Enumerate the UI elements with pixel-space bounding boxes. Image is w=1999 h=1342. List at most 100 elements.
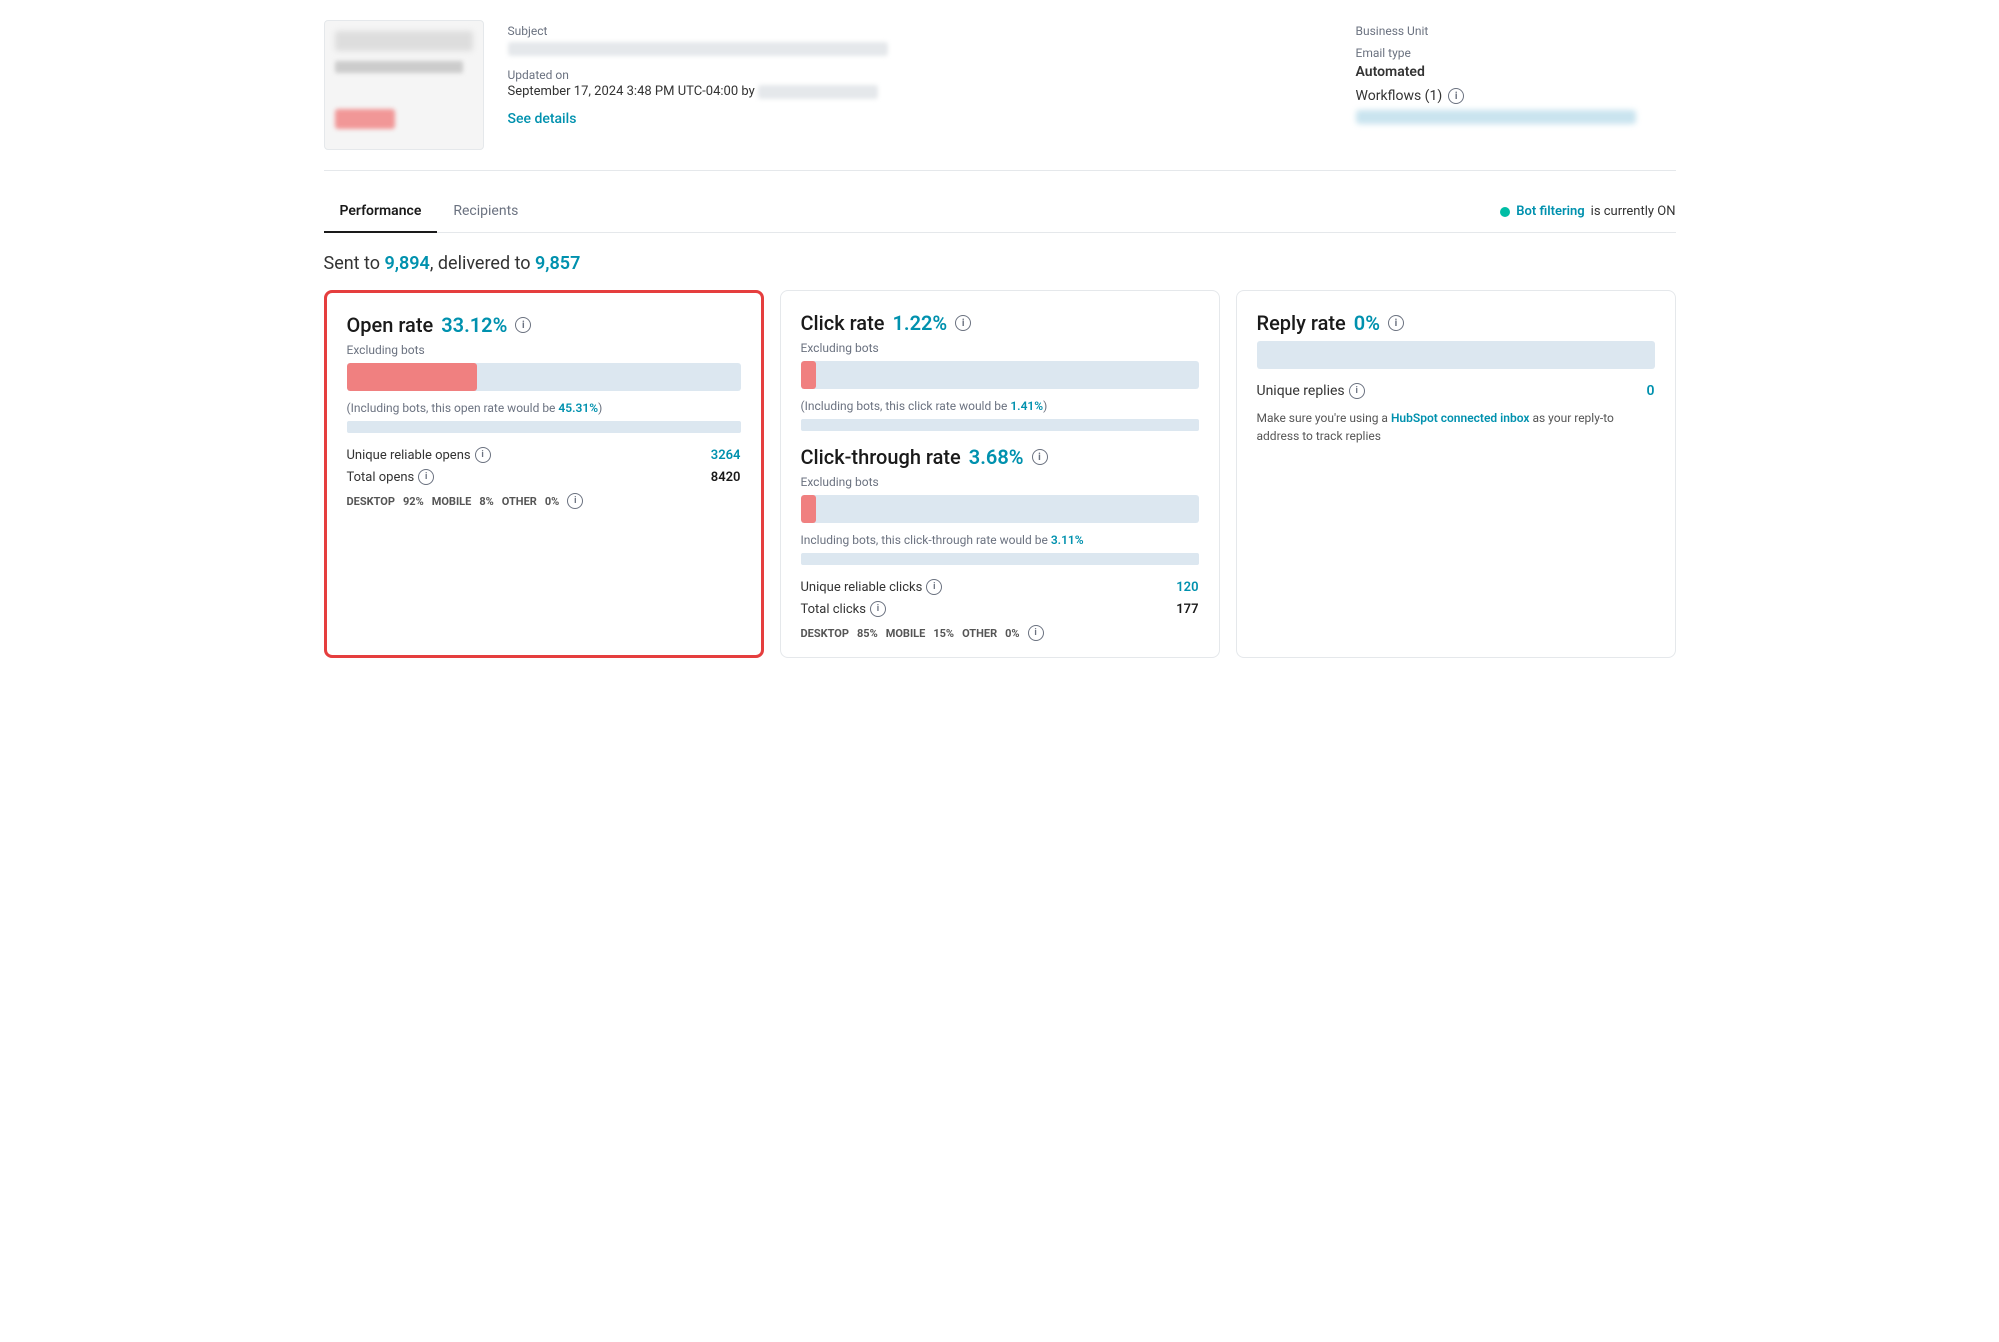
bot-filtering-status-text: is currently ON <box>1591 204 1676 219</box>
unique-replies-info-icon[interactable]: i <box>1349 383 1365 399</box>
stats-cards: Open rate 33.12% i Excluding bots (Inclu… <box>324 290 1676 658</box>
device-row-opens: DESKTOP 92% MOBILE 8% OTHER 0% i <box>347 493 741 509</box>
workflows-label: Workflows (1) <box>1356 88 1443 104</box>
ctr-info-icon[interactable]: i <box>1032 449 1048 465</box>
email-header: Subject Updated on September 17, 2024 3:… <box>324 20 1676 171</box>
business-unit-label: Business Unit <box>1356 24 1676 38</box>
email-meta: Subject Updated on September 17, 2024 3:… <box>508 20 1332 150</box>
ctr-bar-container <box>801 495 1199 523</box>
bot-filtering-status: Bot filtering is currently ON <box>1500 204 1675 219</box>
open-including-bots-bar <box>347 421 741 433</box>
open-rate-bar-fill <box>347 363 477 391</box>
ctr-including-bots-bar <box>801 553 1199 565</box>
workflows-info-icon[interactable]: i <box>1448 88 1464 104</box>
unique-opens-info-icon[interactable]: i <box>475 447 491 463</box>
click-rate-title: Click rate 1.22% i <box>801 311 1199 335</box>
click-rate-card: Click rate 1.22% i Excluding bots (Inclu… <box>780 290 1220 658</box>
email-thumbnail <box>324 20 484 150</box>
open-including-bots-text: (Including bots, this open rate would be… <box>347 401 741 415</box>
email-type-label: Email type <box>1356 46 1676 60</box>
updated-value: September 17, 2024 3:48 PM UTC-04:00 by <box>508 84 1332 99</box>
unique-reliable-clicks-label: Unique reliable clicks i <box>801 579 943 595</box>
desktop-clicks-label: DESKTOP <box>801 627 849 640</box>
ctr-bar-fill <box>801 495 817 523</box>
mobile-clicks-label: MOBILE <box>886 627 926 640</box>
unique-clicks-info-icon[interactable]: i <box>926 579 942 595</box>
tabs-left: Performance Recipients <box>324 191 535 232</box>
open-including-bots-rate: 45.31% <box>558 401 598 415</box>
tab-performance[interactable]: Performance <box>324 191 438 233</box>
mobile-clicks-value: 15% <box>933 627 954 640</box>
hubspot-connected-inbox-link[interactable]: HubSpot connected inbox <box>1391 411 1530 425</box>
tab-recipients[interactable]: Recipients <box>437 191 534 233</box>
open-excluding-bots-label: Excluding bots <box>347 343 741 357</box>
unique-replies-row: Unique replies i 0 <box>1257 383 1655 399</box>
unique-reliable-clicks-value: 120 <box>1176 580 1198 595</box>
click-including-bots-text: (Including bots, this click rate would b… <box>801 399 1199 413</box>
ctr-excluding-bots-label: Excluding bots <box>801 475 1199 489</box>
sent-delivered-line: Sent to 9,894, delivered to 9,857 <box>324 253 1676 274</box>
ctr-value: 3.68% <box>969 445 1024 469</box>
reply-rate-title: Reply rate 0% i <box>1257 311 1655 335</box>
total-opens-value: 8420 <box>711 470 741 485</box>
tabs-bar: Performance Recipients Bot filtering is … <box>324 191 1676 233</box>
total-opens-label: Total opens i <box>347 469 435 485</box>
total-clicks-info-icon[interactable]: i <box>870 601 886 617</box>
total-opens-row: Total opens i 8420 <box>347 469 741 485</box>
page-wrapper: Subject Updated on September 17, 2024 3:… <box>300 0 1700 678</box>
open-rate-title: Open rate 33.12% i <box>347 313 741 337</box>
device-row-clicks: DESKTOP 85% MOBILE 15% OTHER 0% i <box>801 625 1199 641</box>
email-right-meta: Business Unit Email type Automated Workf… <box>1356 20 1676 150</box>
mobile-opens-value: 8% <box>479 495 493 508</box>
subject-value-blur <box>508 42 888 56</box>
updated-by-blur <box>758 85 878 99</box>
unique-reliable-opens-label: Unique reliable opens i <box>347 447 491 463</box>
reply-rate-bar <box>1257 341 1655 369</box>
click-rate-bar-container <box>801 361 1199 389</box>
open-including-bots-bar-fill <box>347 421 524 433</box>
desktop-opens-value: 92% <box>403 495 424 508</box>
open-rate-card: Open rate 33.12% i Excluding bots (Inclu… <box>324 290 764 658</box>
unique-reliable-opens-value: 3264 <box>711 448 741 463</box>
other-clicks-value: 0% <box>1005 627 1019 640</box>
bot-active-dot <box>1500 207 1510 217</box>
unique-replies-value: 0 <box>1647 383 1655 399</box>
total-clicks-value: 177 <box>1176 602 1198 617</box>
total-opens-info-icon[interactable]: i <box>418 469 434 485</box>
click-including-bots-bar-fill <box>801 419 821 431</box>
workflows-row: Workflows (1) i <box>1356 88 1676 104</box>
sent-value: 9,894 <box>384 253 429 274</box>
click-excluding-bots-label: Excluding bots <box>801 341 1199 355</box>
delivered-value: 9,857 <box>535 253 580 274</box>
other-opens-label: OTHER <box>502 495 537 508</box>
open-rate-bar-container <box>347 363 741 391</box>
workflow-value-blur <box>1356 110 1636 124</box>
desktop-opens-label: DESKTOP <box>347 495 395 508</box>
reply-rate-card: Reply rate 0% i Unique replies i 0 Make … <box>1236 290 1676 658</box>
updated-label: Updated on <box>508 68 1332 82</box>
email-type-value: Automated <box>1356 64 1676 80</box>
delivered-label: delivered to <box>438 253 531 274</box>
click-rate-info-icon[interactable]: i <box>955 315 971 331</box>
ctr-including-bots-bar-fill <box>801 553 813 565</box>
click-rate-bar-fill <box>801 361 817 389</box>
reply-rate-value: 0% <box>1354 311 1380 335</box>
ctr-title: Click-through rate 3.68% i <box>801 445 1199 469</box>
total-clicks-label: Total clicks i <box>801 601 886 617</box>
open-rate-value: 33.12% <box>441 313 507 337</box>
unique-reliable-opens-row: Unique reliable opens i 3264 <box>347 447 741 463</box>
other-clicks-label: OTHER <box>962 627 997 640</box>
see-details-link[interactable]: See details <box>508 111 577 127</box>
reply-note: Make sure you're using a HubSpot connect… <box>1257 409 1655 445</box>
ctr-including-bots-rate: 3.11% <box>1051 533 1084 547</box>
device-opens-info-icon[interactable]: i <box>567 493 583 509</box>
reply-rate-info-icon[interactable]: i <box>1388 315 1404 331</box>
bot-filtering-label: Bot filtering <box>1516 204 1584 219</box>
sent-label: Sent to <box>324 253 381 274</box>
mobile-opens-label: MOBILE <box>432 495 472 508</box>
ctr-including-bots-text: Including bots, this click-through rate … <box>801 533 1199 547</box>
subject-label: Subject <box>508 24 1332 38</box>
open-rate-info-icon[interactable]: i <box>515 317 531 333</box>
total-clicks-row: Total clicks i 177 <box>801 601 1199 617</box>
device-clicks-info-icon[interactable]: i <box>1028 625 1044 641</box>
